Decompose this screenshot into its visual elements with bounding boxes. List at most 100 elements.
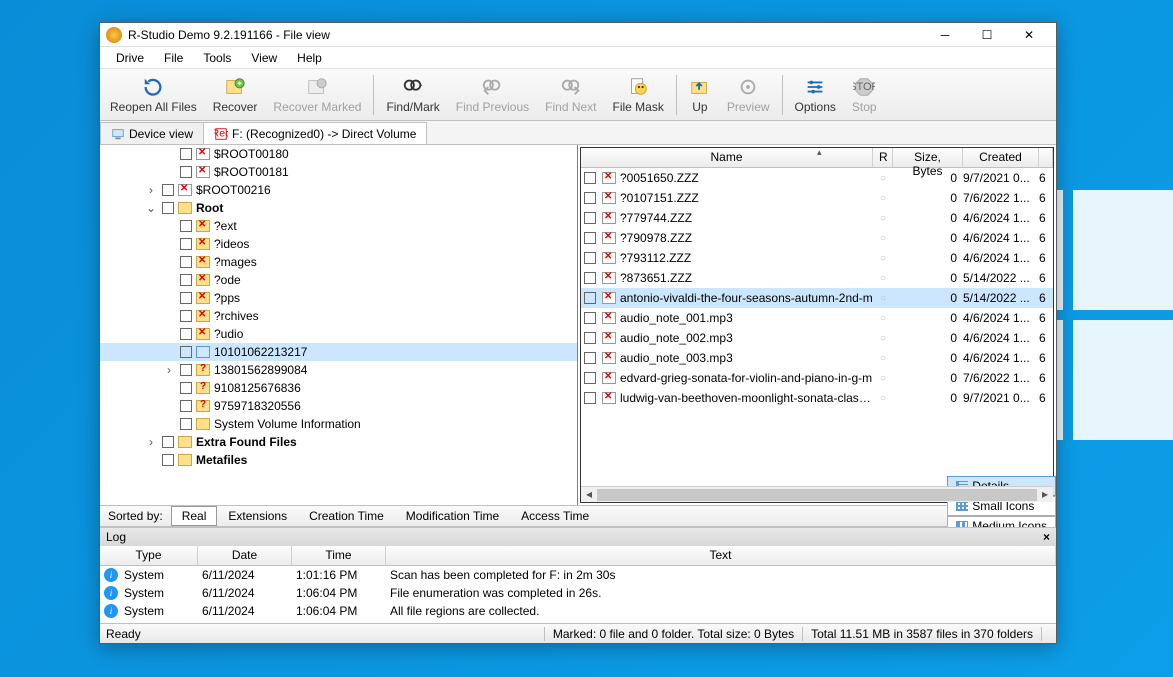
toolbar-file-mask[interactable]: File Mask (605, 71, 672, 119)
file-row[interactable]: ?873651.ZZZ○05/14/2022 ...6 (581, 268, 1053, 288)
tree-node[interactable]: ?mages (100, 253, 577, 271)
tree-node[interactable]: ›$ROOT00216 (100, 181, 577, 199)
file-checkbox[interactable] (584, 372, 596, 384)
file-row[interactable]: ?793112.ZZZ○04/6/2024 1...6 (581, 248, 1053, 268)
file-checkbox[interactable] (584, 332, 596, 344)
menu-file[interactable]: File (154, 49, 193, 67)
maximize-button[interactable]: ☐ (966, 23, 1008, 47)
tree-expander[interactable]: › (144, 435, 158, 449)
tree-checkbox[interactable] (162, 202, 174, 214)
file-checkbox[interactable] (584, 272, 596, 284)
tree-node[interactable]: 9759718320556 (100, 397, 577, 415)
log-col-date[interactable]: Date (198, 546, 292, 565)
sort-modification-time[interactable]: Modification Time (395, 506, 510, 526)
tab-direct-volume[interactable]: RecF: (Recognized0) -> Direct Volume (203, 122, 427, 144)
folder-tree[interactable]: $ROOT00180$ROOT00181›$ROOT00216⌄Root?ext… (100, 145, 578, 505)
log-col-time[interactable]: Time (292, 546, 386, 565)
tree-checkbox[interactable] (180, 382, 192, 394)
file-row[interactable]: audio_note_001.mp3○04/6/2024 1...6 (581, 308, 1053, 328)
tree-node[interactable]: ›Extra Found Files (100, 433, 577, 451)
tree-checkbox[interactable] (180, 400, 192, 412)
col-name[interactable]: Name (581, 148, 873, 167)
tab-device-view[interactable]: Device view (100, 122, 204, 144)
tree-checkbox[interactable] (180, 166, 192, 178)
tree-node[interactable]: ?rchives (100, 307, 577, 325)
file-checkbox[interactable] (584, 232, 596, 244)
scroll-thumb[interactable] (597, 489, 1037, 501)
scroll-left-icon[interactable]: ◂ (581, 487, 597, 501)
tree-node[interactable]: ›13801562899084 (100, 361, 577, 379)
tree-node[interactable]: Metafiles (100, 451, 577, 469)
sort-access-time[interactable]: Access Time (510, 506, 600, 526)
file-row[interactable]: ?0051650.ZZZ○09/7/2021 0...6 (581, 168, 1053, 188)
file-list[interactable]: ?0051650.ZZZ○09/7/2021 0...6?0107151.ZZZ… (581, 168, 1053, 486)
tree-checkbox[interactable] (180, 274, 192, 286)
file-checkbox[interactable] (584, 172, 596, 184)
file-row[interactable]: antonio-vivaldi-the-four-seasons-autumn-… (581, 288, 1053, 308)
file-row[interactable]: ludwig-van-beethoven-moonlight-sonata-cl… (581, 388, 1053, 408)
tree-node[interactable]: ?ode (100, 271, 577, 289)
tree-checkbox[interactable] (162, 454, 174, 466)
tree-checkbox[interactable] (180, 292, 192, 304)
scroll-right-icon[interactable]: ▸ (1037, 487, 1053, 501)
tree-node[interactable]: ?ideos (100, 235, 577, 253)
tree-checkbox[interactable] (180, 220, 192, 232)
log-col-type[interactable]: Type (100, 546, 198, 565)
toolbar-reopen[interactable]: Reopen All Files (102, 71, 205, 119)
file-row[interactable]: ?0107151.ZZZ○07/6/2022 1...6 (581, 188, 1053, 208)
tree-checkbox[interactable] (180, 238, 192, 250)
file-checkbox[interactable] (584, 312, 596, 324)
tree-node[interactable]: $ROOT00181 (100, 163, 577, 181)
tree-node[interactable]: ⌄Root (100, 199, 577, 217)
tree-node[interactable]: $ROOT00180 (100, 145, 577, 163)
toolbar-find-mark[interactable]: Find/Mark (378, 71, 447, 119)
file-checkbox[interactable] (584, 212, 596, 224)
log-row[interactable]: iSystem6/11/20241:01:16 PMScan has been … (100, 566, 1056, 584)
file-row[interactable]: edvard-grieg-sonata-for-violin-and-piano… (581, 368, 1053, 388)
tree-checkbox[interactable] (180, 364, 192, 376)
col-created[interactable]: Created (963, 148, 1039, 167)
log-row[interactable]: iSystem6/11/20241:06:04 PMAll file regio… (100, 602, 1056, 620)
file-checkbox[interactable] (584, 192, 596, 204)
col-r[interactable]: R (873, 148, 893, 167)
tree-checkbox[interactable] (180, 328, 192, 340)
log-row[interactable]: iSystem6/11/20241:06:04 PMFile enumerati… (100, 584, 1056, 602)
toolbar-options[interactable]: Options (787, 71, 844, 119)
col-size[interactable]: Size, Bytes (893, 148, 963, 167)
minimize-button[interactable]: ─ (924, 23, 966, 47)
hscrollbar[interactable]: ◂ ▸ (581, 486, 1053, 502)
sort-extensions[interactable]: Extensions (217, 506, 298, 526)
log-col-text[interactable]: Text (386, 546, 1056, 565)
tree-checkbox[interactable] (180, 256, 192, 268)
file-checkbox[interactable] (584, 252, 596, 264)
tree-checkbox[interactable] (162, 184, 174, 196)
sort-creation-time[interactable]: Creation Time (298, 506, 395, 526)
menu-view[interactable]: View (241, 49, 287, 67)
tree-expander[interactable]: › (144, 183, 158, 197)
file-checkbox[interactable] (584, 392, 596, 404)
tree-checkbox[interactable] (180, 310, 192, 322)
menu-drive[interactable]: Drive (106, 49, 154, 67)
log-close-button[interactable]: × (1043, 530, 1050, 544)
tree-expander[interactable]: ⌄ (144, 201, 158, 215)
tree-node[interactable]: ?pps (100, 289, 577, 307)
tree-expander[interactable]: › (162, 363, 176, 377)
file-checkbox[interactable] (584, 292, 596, 304)
menu-tools[interactable]: Tools (193, 49, 241, 67)
tree-checkbox[interactable] (180, 148, 192, 160)
file-row[interactable]: ?790978.ZZZ○04/6/2024 1...6 (581, 228, 1053, 248)
file-checkbox[interactable] (584, 352, 596, 364)
tree-node[interactable]: ?ext (100, 217, 577, 235)
close-button[interactable]: ✕ (1008, 23, 1050, 47)
file-row[interactable]: audio_note_002.mp3○04/6/2024 1...6 (581, 328, 1053, 348)
toolbar-up[interactable]: Up (681, 71, 719, 119)
file-row[interactable]: audio_note_003.mp3○04/6/2024 1...6 (581, 348, 1053, 368)
tree-node[interactable]: System Volume Information (100, 415, 577, 433)
tree-checkbox[interactable] (162, 436, 174, 448)
sort-real[interactable]: Real (171, 506, 218, 526)
tree-node[interactable]: 10101062213217 (100, 343, 577, 361)
menu-help[interactable]: Help (287, 49, 332, 67)
tree-node[interactable]: 9108125676836 (100, 379, 577, 397)
tree-checkbox[interactable] (180, 418, 192, 430)
tree-checkbox[interactable] (180, 346, 192, 358)
